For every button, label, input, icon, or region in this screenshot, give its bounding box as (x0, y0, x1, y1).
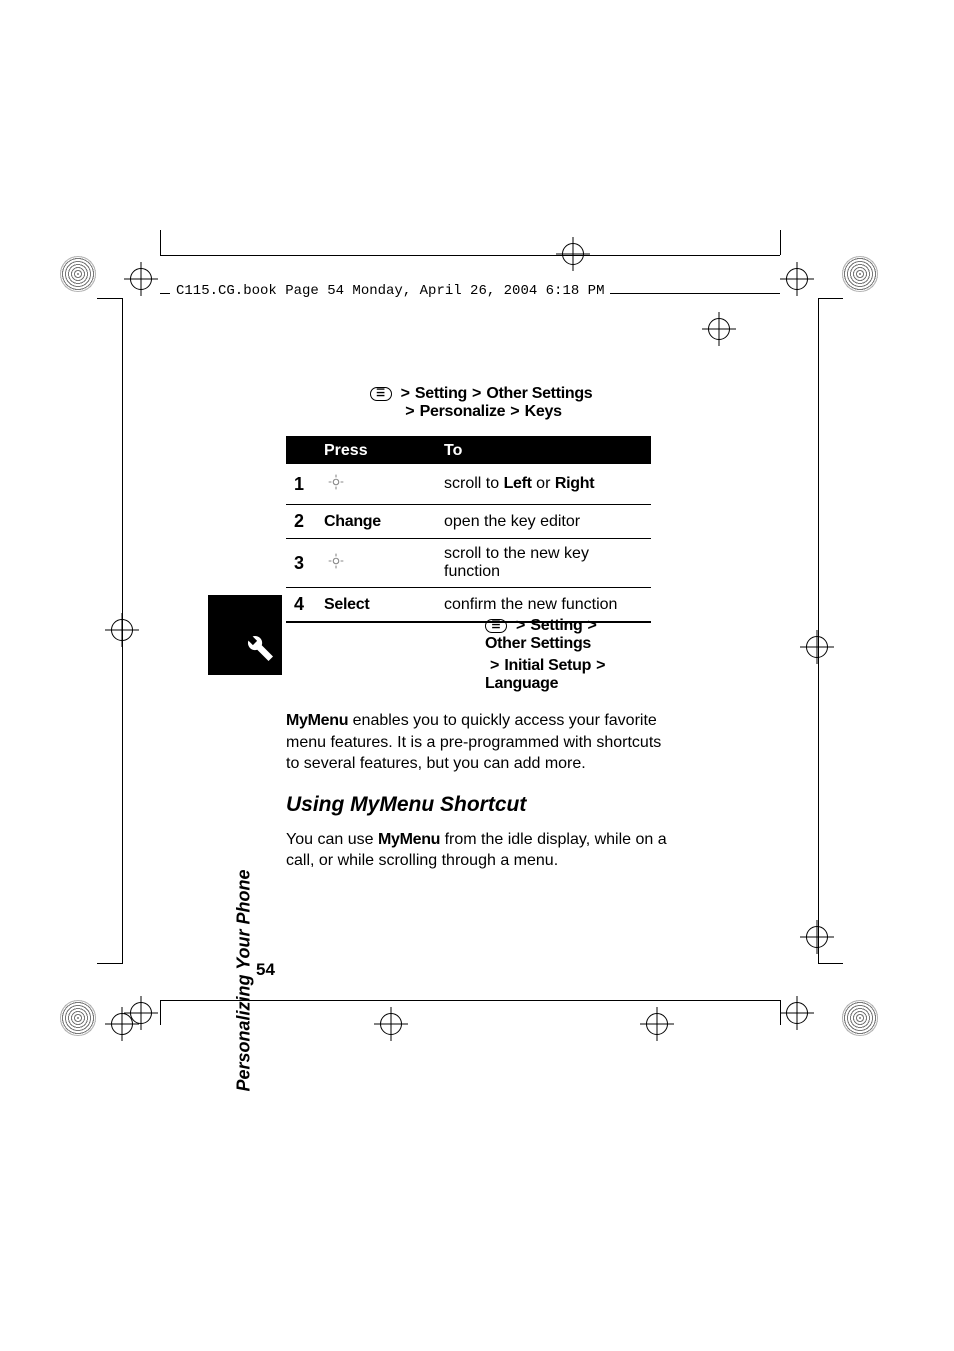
step-number: 2 (286, 505, 316, 539)
crop-tick (97, 963, 122, 964)
separator: > (490, 657, 499, 675)
step-number: 4 (286, 588, 316, 623)
nav-key-icon (324, 470, 348, 494)
registration-mark-icon (374, 1007, 408, 1041)
path-seg: Setting (415, 385, 467, 403)
to-text: scroll to (444, 475, 504, 492)
to-text: or (532, 475, 555, 492)
menu-key-icon: ☰ (485, 619, 507, 633)
table-row: 2 Change open the key editor (286, 505, 651, 539)
crop-rule-top (160, 255, 780, 256)
table-header-blank (286, 437, 316, 464)
section-heading: Using MyMenu Shortcut (286, 793, 676, 817)
to-text: scroll to the new key function (444, 545, 589, 580)
crop-tick (160, 230, 161, 255)
find-it-path-2: ☰ > Setting > Other Settings > Initial S… (485, 617, 675, 697)
press-cell: Change (316, 505, 436, 539)
screen-tone-mark (60, 1000, 96, 1036)
registration-mark-icon (640, 1007, 674, 1041)
steps-table: Press To 1 scroll to Left or Right 2 Cha… (286, 436, 651, 623)
to-cell: scroll to the new key function (436, 539, 651, 588)
path-seg: Initial Setup (504, 657, 591, 675)
nav-key-icon (324, 549, 348, 573)
crop-tick (160, 1000, 161, 1025)
press-cell (316, 539, 436, 588)
separator: > (516, 617, 525, 635)
separator: > (510, 403, 519, 421)
registration-mark-icon (702, 312, 736, 346)
header-page-info: C115.CG.book Page 54 Monday, April 26, 2… (170, 283, 610, 299)
wrench-icon (240, 628, 276, 669)
page-number: 54 (256, 960, 275, 980)
crop-tick (97, 298, 122, 299)
path-seg: Personalize (420, 403, 506, 421)
registration-mark-icon (800, 920, 834, 954)
page-content: ☰ > Setting > Other Settings > Personali… (286, 385, 676, 623)
crop-tick (818, 298, 843, 299)
mymenu-intro: MyMenu enables you to quickly access you… (286, 710, 676, 775)
table-row: 1 scroll to Left or Right (286, 464, 651, 505)
separator: > (405, 403, 414, 421)
registration-mark-icon (105, 1007, 139, 1041)
registration-mark-icon (105, 613, 139, 647)
screen-tone-mark (842, 1000, 878, 1036)
table-row: 3 scroll to the new key function (286, 539, 651, 588)
bold-term: MyMenu (378, 831, 440, 848)
table-header-to: To (436, 437, 651, 464)
step-number: 1 (286, 464, 316, 505)
side-black-tab (208, 595, 282, 675)
path-seg: Other Settings (485, 635, 591, 653)
registration-mark-icon (780, 262, 814, 296)
to-text: confirm the new function (444, 596, 617, 613)
body-text: MyMenu enables you to quickly access you… (286, 698, 676, 872)
path-seg: Keys (525, 403, 562, 421)
separator: > (596, 657, 605, 675)
screen-tone-mark (60, 256, 96, 292)
crop-tick (780, 230, 781, 255)
find-it-path-1: ☰ > Setting > Other Settings > Personali… (286, 385, 676, 421)
separator: > (401, 385, 410, 403)
to-bold: Left (504, 475, 532, 492)
table-header-press: Press (316, 437, 436, 464)
press-cell (316, 464, 436, 505)
side-section-label: Personalizing Your Phone (232, 691, 257, 991)
separator: > (472, 385, 481, 403)
to-bold: Right (555, 475, 594, 492)
menu-key-icon: ☰ (370, 387, 392, 401)
step-number: 3 (286, 539, 316, 588)
press-cell: Select (316, 588, 436, 623)
registration-mark-icon (780, 996, 814, 1030)
registration-mark-icon (124, 262, 158, 296)
side-section-label-text: Personalizing Your Phone (234, 869, 255, 1091)
para-text: You can use (286, 831, 378, 848)
mymenu-usage: You can use MyMenu from the idle display… (286, 829, 676, 872)
to-cell: open the key editor (436, 505, 651, 539)
path-seg: Other Settings (486, 385, 592, 403)
to-cell: scroll to Left or Right (436, 464, 651, 505)
registration-mark-icon (800, 630, 834, 664)
path-seg: Setting (530, 617, 582, 635)
separator: > (587, 617, 596, 635)
to-text: open the key editor (444, 513, 580, 530)
screen-tone-mark (842, 256, 878, 292)
registration-mark-icon (556, 237, 590, 271)
path-seg: Language (485, 675, 558, 693)
crop-tick (818, 963, 843, 964)
bold-term: MyMenu (286, 712, 348, 729)
